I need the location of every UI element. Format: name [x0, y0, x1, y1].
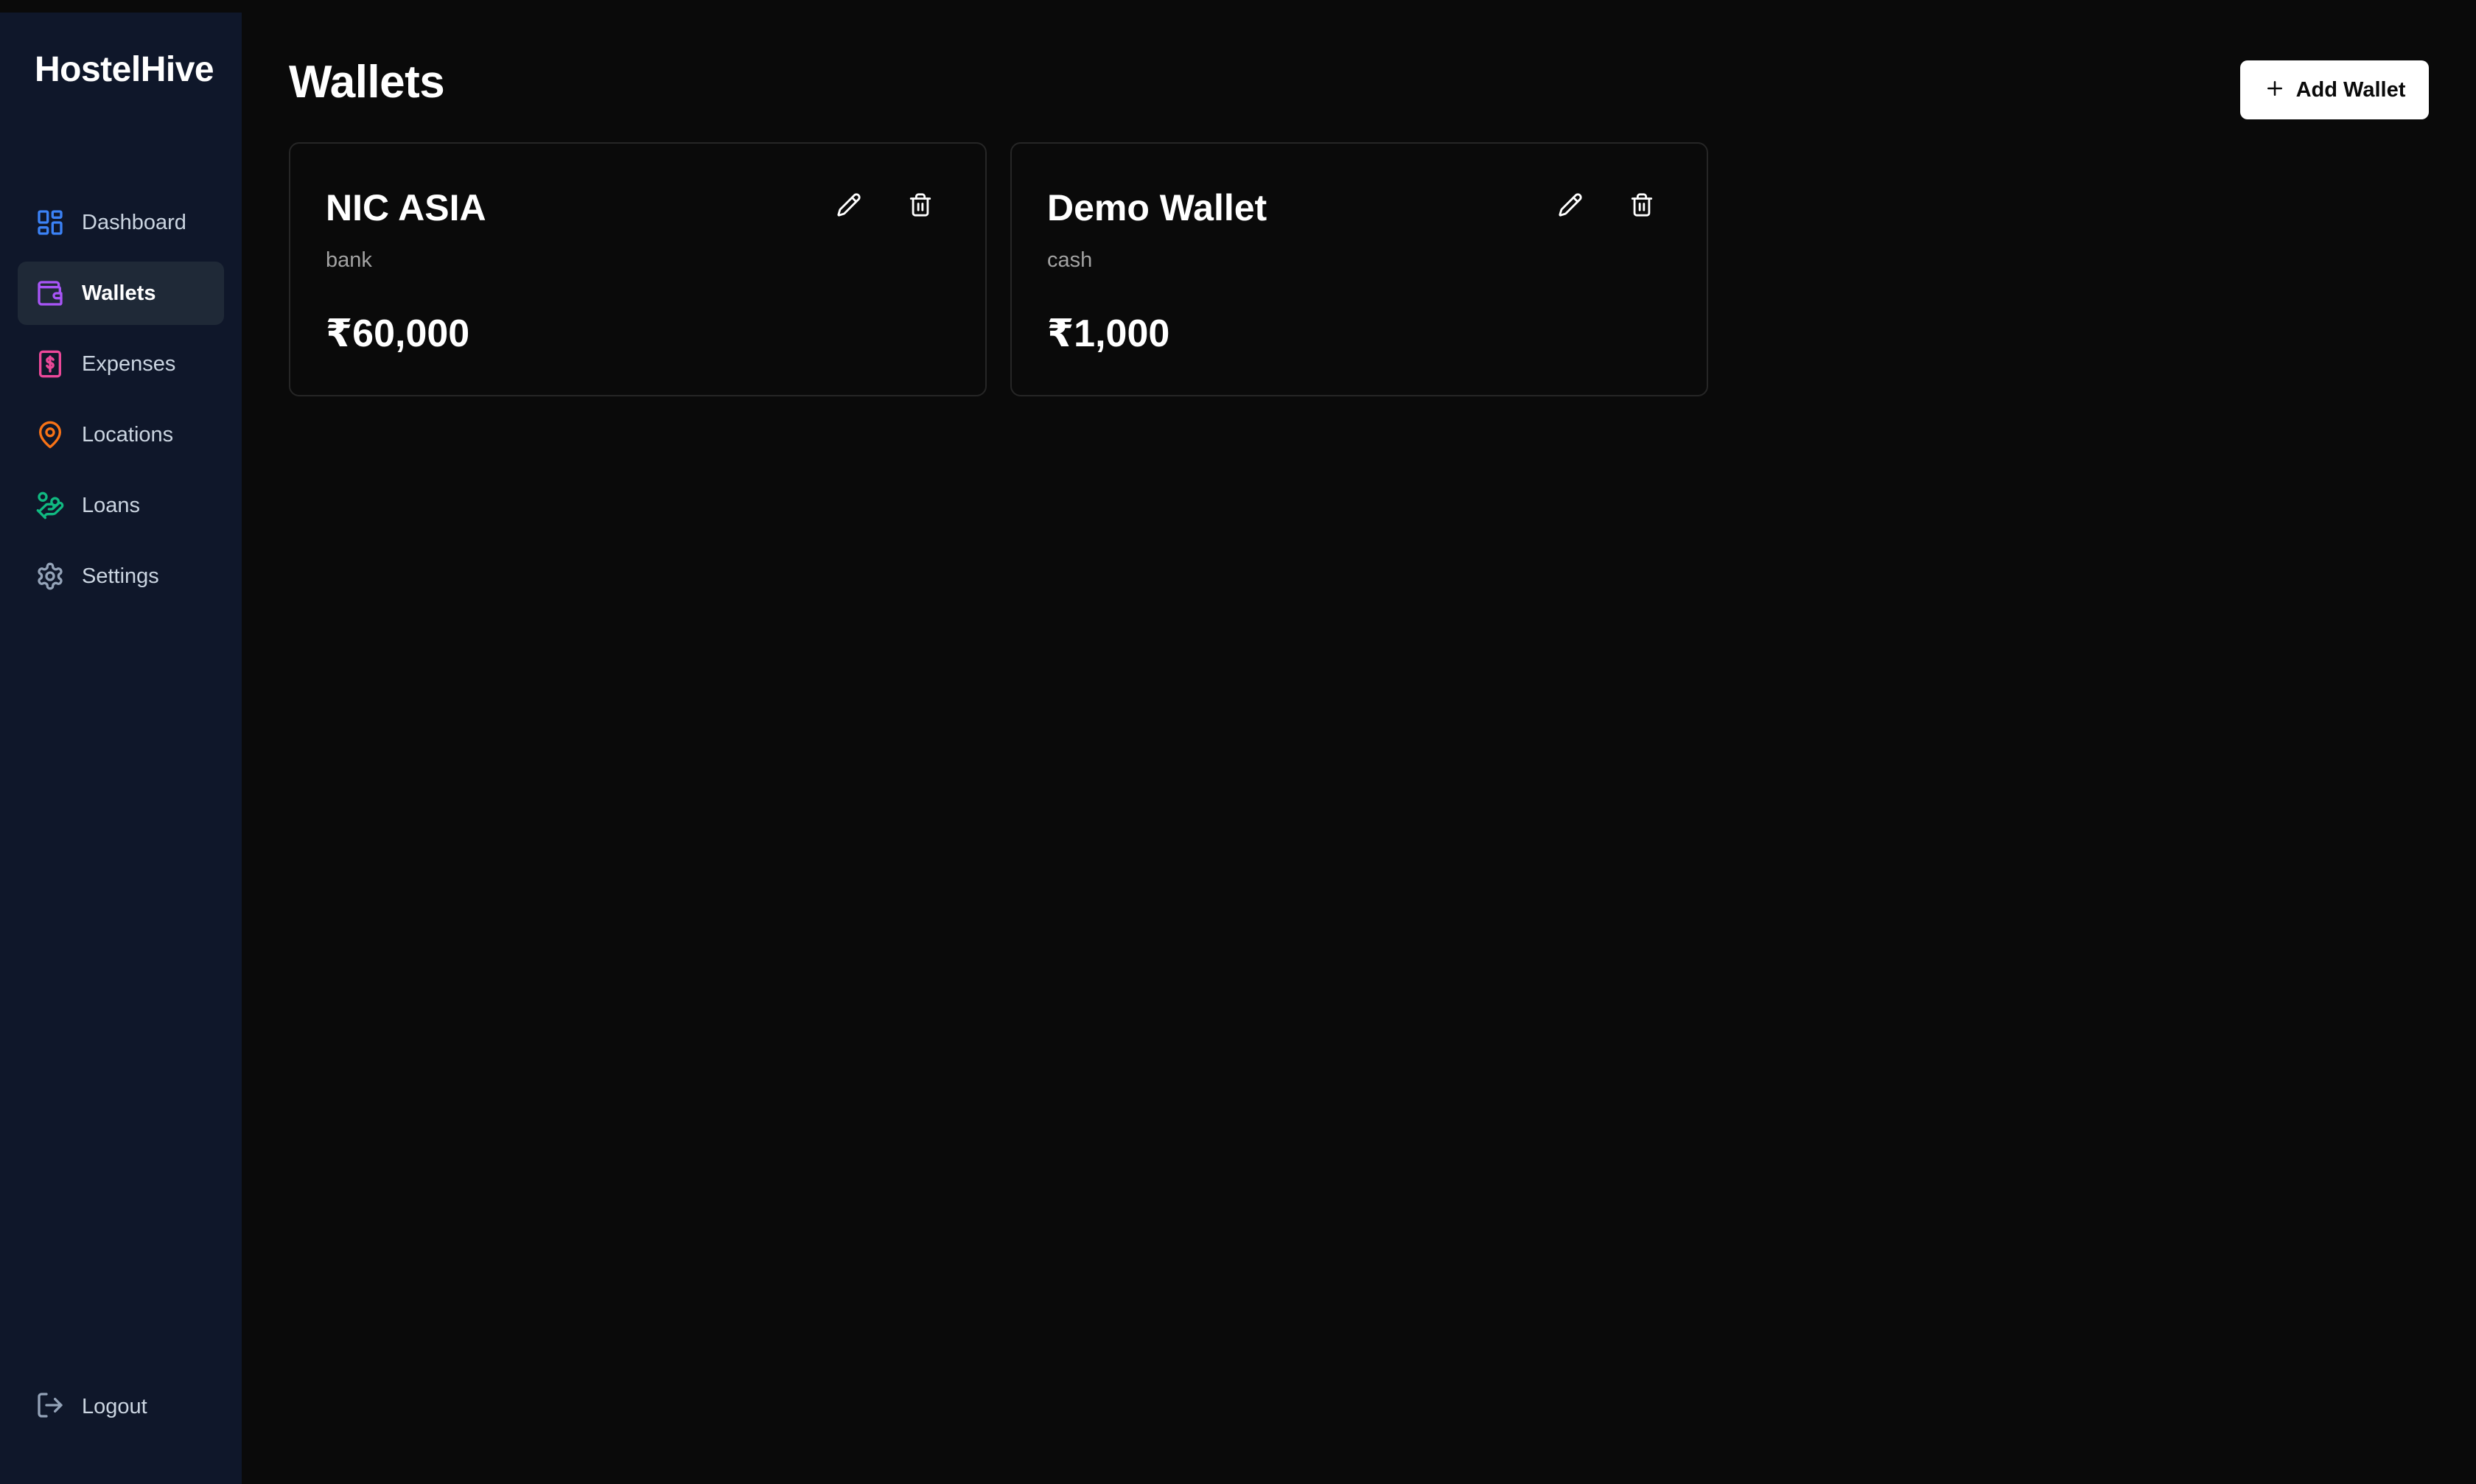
delete-wallet-button[interactable] — [898, 184, 943, 228]
expense-icon — [35, 349, 65, 379]
sidebar-item-expenses[interactable]: Expenses — [18, 332, 224, 396]
map-pin-icon — [35, 420, 65, 449]
delete-wallet-button[interactable] — [1620, 184, 1664, 228]
logout-button[interactable]: Logout — [18, 1385, 224, 1429]
brand-logo: HostelHive — [35, 50, 214, 89]
logout-label: Logout — [82, 1394, 147, 1418]
app-root: HostelHive Dashboard Wallets Expenses Lo… — [0, 0, 2476, 1484]
sidebar-item-label: Expenses — [82, 351, 176, 376]
edit-wallet-button[interactable] — [1548, 184, 1592, 228]
trash-icon — [908, 192, 933, 221]
wallet-name: NIC ASIA — [326, 187, 486, 228]
wallet-balance: ₹1,000 — [1047, 312, 1170, 355]
sidebar-item-label: Settings — [82, 564, 159, 588]
sidebar-item-settings[interactable]: Settings — [18, 545, 224, 608]
sidebar-item-label: Locations — [82, 422, 174, 447]
pencil-icon — [836, 192, 861, 221]
wallet-name: Demo Wallet — [1047, 187, 1267, 228]
edit-wallet-button[interactable] — [827, 184, 871, 228]
page-title: Wallets — [289, 57, 445, 108]
wallet-card: Demo Wallet cash ₹1,000 — [1010, 142, 1708, 396]
wallet-icon — [35, 279, 65, 308]
sidebar-item-label: Loans — [82, 493, 141, 517]
logout-icon — [35, 1390, 65, 1424]
sidebar-item-label: Wallets — [82, 281, 156, 305]
sidebar-item-loans[interactable]: Loans — [18, 474, 224, 537]
gear-icon — [35, 561, 65, 591]
sidebar-nav: Dashboard Wallets Expenses Locations Loa… — [18, 191, 224, 615]
sidebar-item-label: Dashboard — [82, 210, 186, 234]
sidebar: HostelHive Dashboard Wallets Expenses Lo… — [0, 13, 242, 1484]
wallet-balance: ₹60,000 — [326, 312, 470, 355]
pencil-icon — [1558, 192, 1583, 221]
plus-icon — [2264, 77, 2286, 103]
wallet-type: bank — [326, 248, 372, 272]
add-wallet-label: Add Wallet — [2295, 77, 2406, 102]
wallet-list: NIC ASIA bank ₹60,000 Demo Wallet cash ₹… — [289, 142, 1708, 396]
sidebar-item-wallets[interactable]: Wallets — [18, 262, 224, 325]
trash-icon — [1629, 192, 1654, 221]
wallet-type: cash — [1047, 248, 1093, 272]
sidebar-item-dashboard[interactable]: Dashboard — [18, 191, 224, 254]
add-wallet-button[interactable]: Add Wallet — [2240, 60, 2429, 119]
dashboard-icon — [35, 208, 65, 237]
sidebar-item-locations[interactable]: Locations — [18, 403, 224, 466]
wallet-card: NIC ASIA bank ₹60,000 — [289, 142, 987, 396]
hand-coins-icon — [35, 491, 65, 520]
